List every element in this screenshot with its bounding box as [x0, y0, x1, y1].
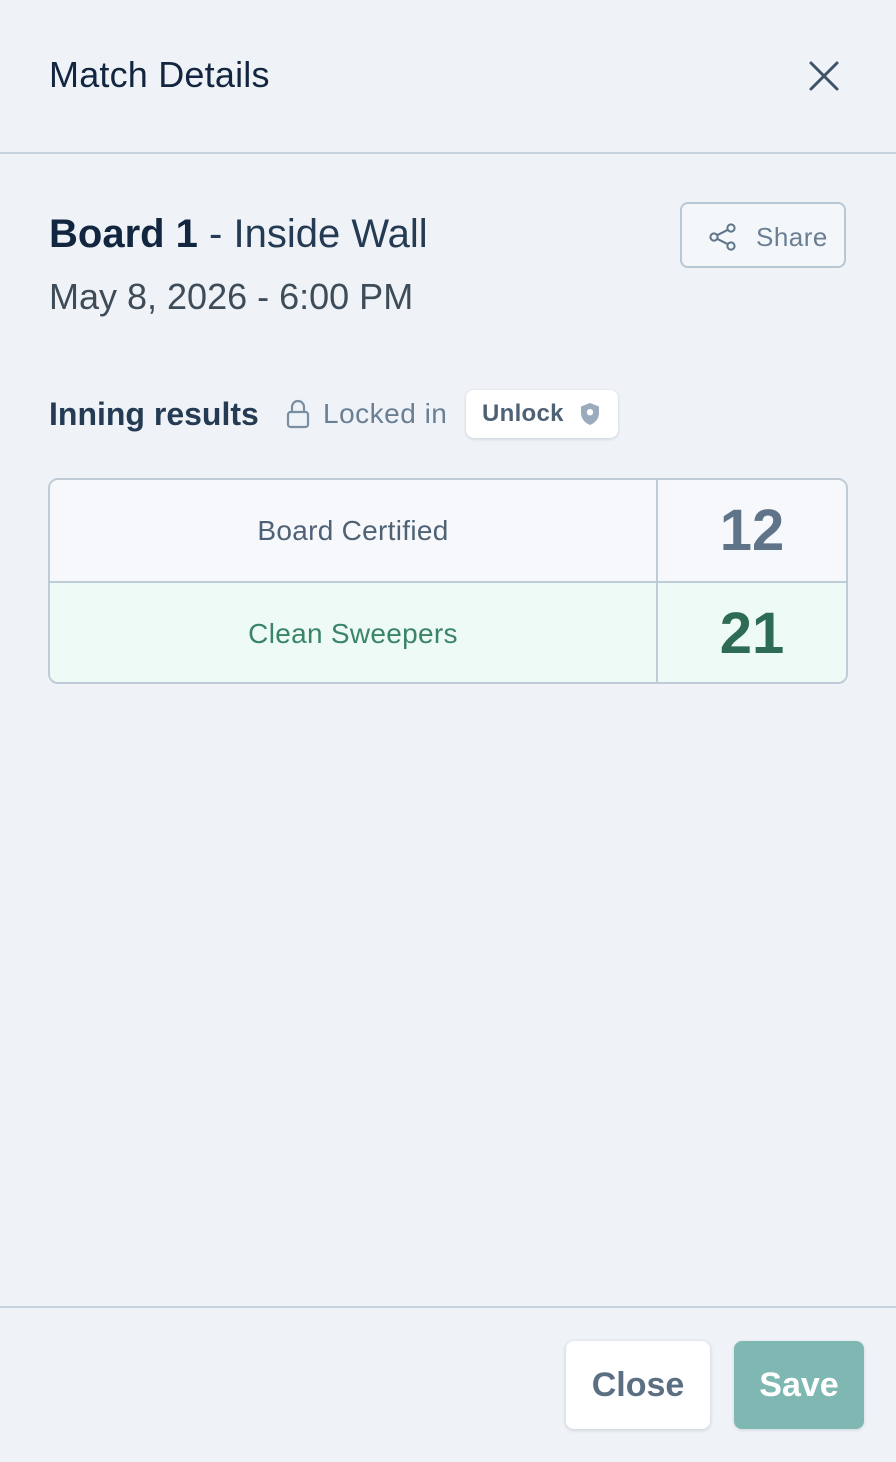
close-button[interactable]: Close — [566, 1341, 710, 1429]
inning-results-title: Inning results — [49, 396, 259, 432]
team-score: 12 — [719, 498, 785, 563]
match-datetime: May 8, 2026 - 6:00 PM — [49, 276, 414, 317]
table-row: Clean Sweepers 21 — [50, 581, 846, 682]
share-button[interactable]: Share — [680, 202, 846, 268]
board-separator: - — [197, 212, 234, 256]
save-button[interactable]: Save — [734, 1341, 864, 1429]
lock-icon — [286, 399, 310, 429]
locked-status: Locked in — [323, 398, 448, 429]
inning-results-header: Inning results Locked in Unlock — [49, 390, 849, 440]
page-title: Match Details — [49, 54, 270, 95]
close-icon[interactable] — [804, 56, 844, 96]
score-table: Board Certified 12 Clean Sweepers 21 — [48, 478, 848, 684]
unlock-button[interactable]: Unlock — [466, 390, 618, 438]
modal-header: Match Details — [0, 0, 896, 154]
board-location: Inside Wall — [233, 212, 428, 256]
share-label: Share — [756, 222, 828, 252]
board-name: Board 1 — [49, 212, 198, 256]
share-icon — [709, 223, 736, 251]
team-name: Board Certified — [50, 480, 658, 581]
unlock-label: Unlock — [482, 400, 564, 427]
table-row: Board Certified 12 — [50, 480, 846, 581]
board-heading: Board 1 - Inside Wall — [49, 212, 428, 257]
shield-icon — [581, 403, 599, 425]
team-name: Clean Sweepers — [50, 583, 658, 682]
modal-footer: Close Save — [0, 1306, 896, 1462]
team-score: 21 — [719, 601, 785, 666]
